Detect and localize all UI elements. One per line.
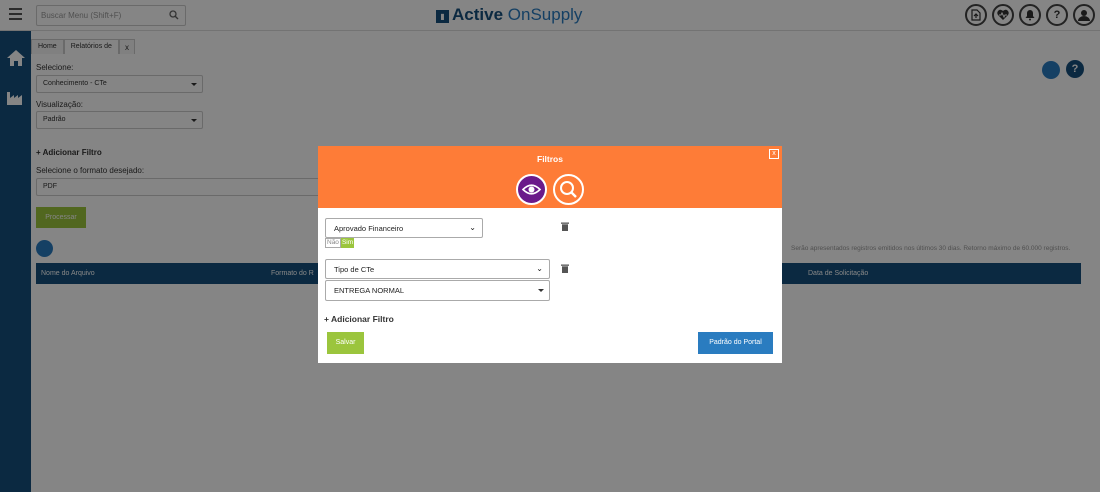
portal-default-button[interactable]: Padrão do Portal <box>698 332 773 354</box>
filter2-value: ENTREGA NORMAL <box>334 286 405 295</box>
modal-add-filter-link[interactable]: + Adicionar Filtro <box>324 314 394 324</box>
toggle-no[interactable]: Não <box>325 238 341 248</box>
trash-icon[interactable] <box>561 264 569 273</box>
filters-modal: Filtros x Aprovado Financeiro ⌄ Não Sim T… <box>318 146 782 363</box>
save-button[interactable]: Salvar <box>327 332 364 354</box>
chevron-down-icon: ⌄ <box>536 264 543 273</box>
filter1-field-select[interactable]: Aprovado Financeiro ⌄ <box>325 218 483 238</box>
filter2-value-select[interactable]: ENTREGA NORMAL <box>325 280 550 301</box>
trash-icon[interactable] <box>561 222 569 231</box>
filter2-field-select[interactable]: Tipo de CTe ⌄ <box>325 259 550 279</box>
filter2-field: Tipo de CTe <box>334 265 375 274</box>
approved-toggle[interactable]: Não Sim <box>325 238 355 248</box>
modal-header: Filtros x <box>318 146 782 208</box>
modal-title: Filtros <box>537 154 563 164</box>
close-icon[interactable]: x <box>769 149 779 159</box>
caret-icon <box>538 289 544 292</box>
magnifier-icon[interactable] <box>553 174 584 205</box>
filter1-field: Aprovado Financeiro <box>334 224 404 233</box>
toggle-yes[interactable]: Sim <box>340 238 355 248</box>
chevron-down-icon: ⌄ <box>469 223 476 232</box>
eye-icon[interactable] <box>516 174 547 205</box>
